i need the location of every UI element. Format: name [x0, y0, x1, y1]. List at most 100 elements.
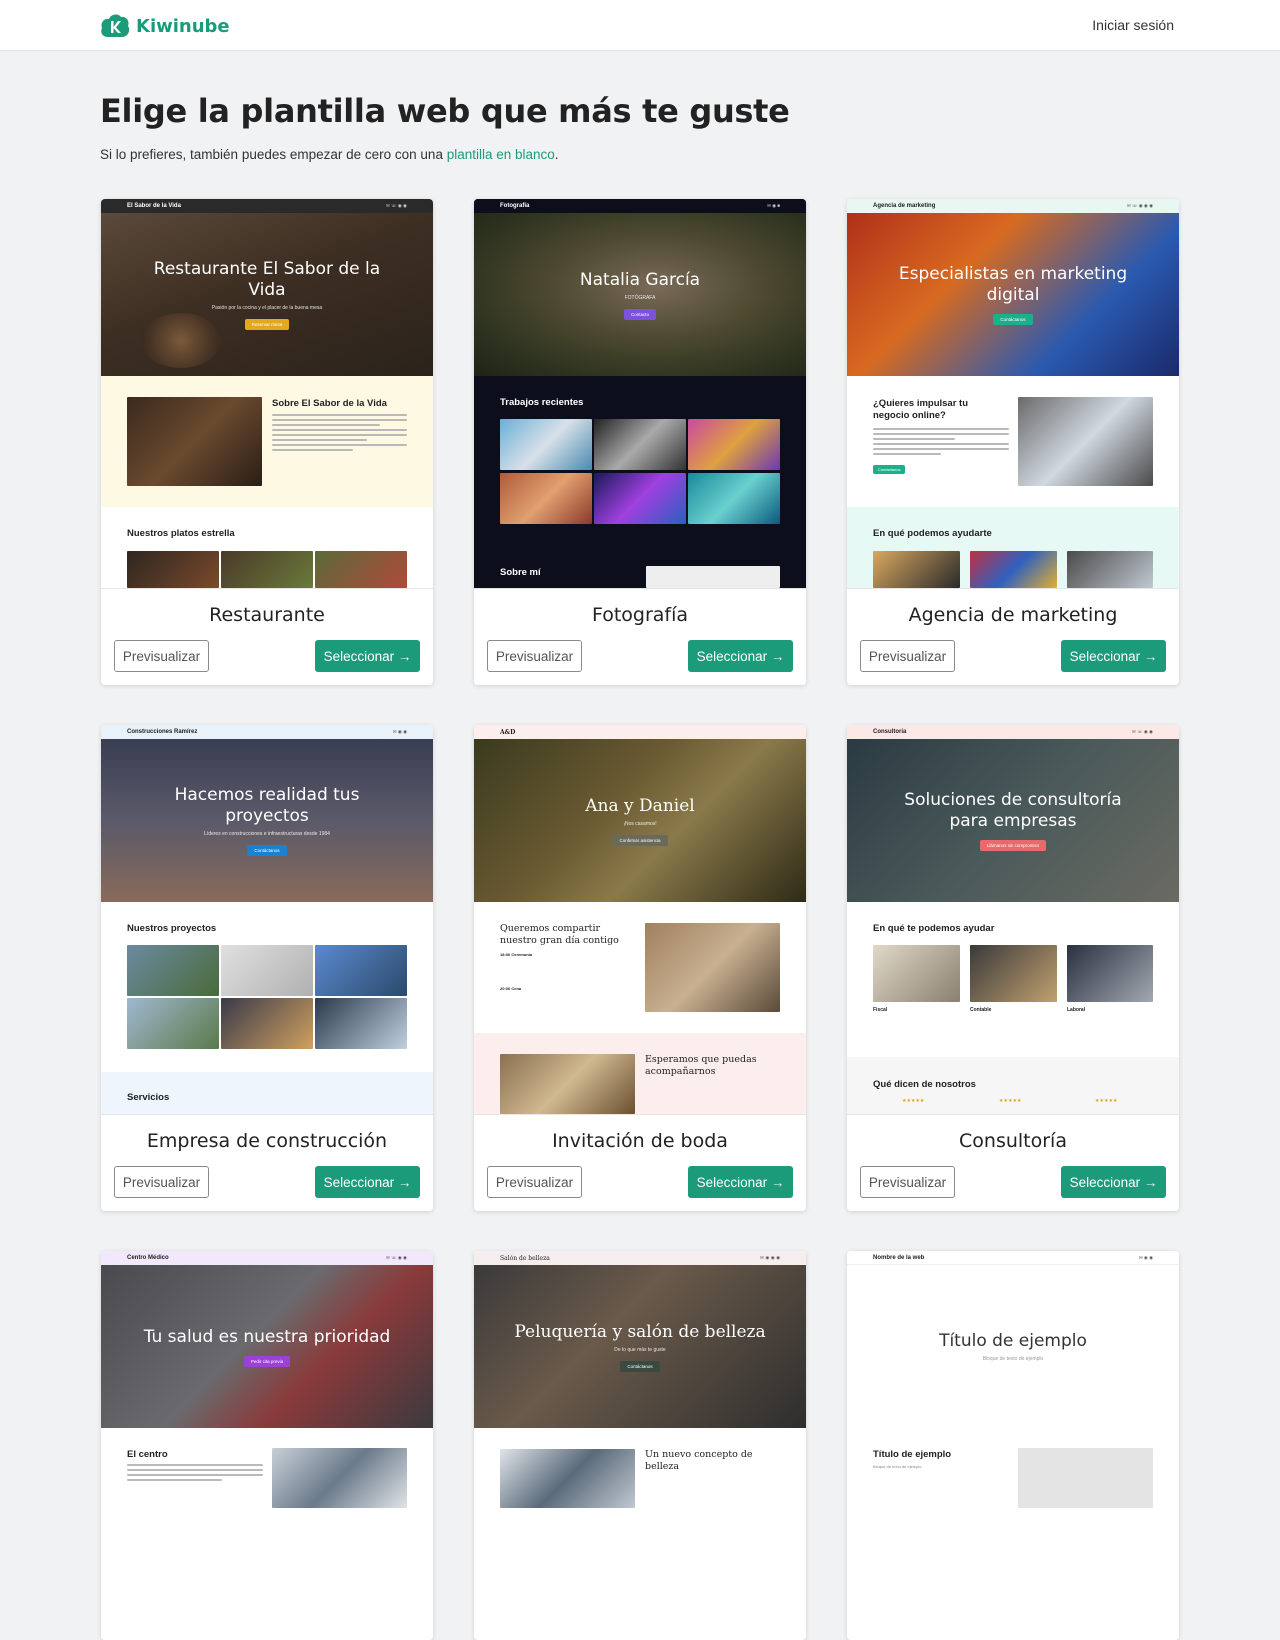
template-card-marketing: Agencia de marketing ✉ ☏ ◉ ◉ ◉ Especiali… [847, 199, 1179, 685]
preview-hero-button: Contáctanos [247, 845, 287, 856]
gallery-photo-placeholder [500, 473, 592, 524]
template-preview[interactable]: Agencia de marketing ✉ ☏ ◉ ◉ ◉ Especiali… [847, 199, 1179, 588]
preview-hero: Ana y Daniel ¡Nos casamos! Confirmar asi… [474, 739, 806, 902]
preview-section-title: En qué podemos ayudarte [873, 528, 992, 539]
preview-hero-title: Soluciones de consultoría para empresas [904, 790, 1122, 831]
template-preview[interactable]: Nombre de la web ✉ ◉ ◉ Título de ejemplo… [847, 1251, 1179, 1640]
template-card-construccion: Construcciones Ramírez ✉ ◉ ◉ Hacemos rea… [101, 725, 433, 1211]
clinic-photo-placeholder [272, 1448, 407, 1508]
preview-topbar: A&D [474, 725, 806, 739]
food-photo-placeholder [127, 397, 262, 486]
select-button[interactable]: Seleccionar → [688, 640, 793, 672]
template-name: Agencia de marketing [908, 604, 1118, 626]
preview-about-section: Sobre El Sabor de la Vida [101, 376, 433, 507]
preview-services-section: Servicios [101, 1072, 433, 1114]
preview-site-name: Fotografía [500, 203, 530, 209]
preview-button[interactable]: Previsualizar [860, 640, 955, 672]
preview-hero-title: Natalia García [579, 269, 701, 290]
preview-section-title: Trabajos recientes [500, 397, 584, 408]
preview-section-title: Qué dicen de nosotros [873, 1079, 976, 1090]
preview-topbar: Consultoría ✉ ☏ ◉ ◉ [847, 725, 1179, 739]
preview-projects-section: Nuestros proyectos [101, 902, 433, 1095]
preview-button[interactable]: Previsualizar [114, 640, 209, 672]
preview-text-lines [272, 414, 407, 454]
template-name: Fotografía [591, 604, 689, 626]
preview-hero-title: Hacemos realidad tus proyectos [174, 785, 360, 826]
select-button[interactable]: Seleccionar → [315, 640, 420, 672]
template-preview[interactable]: Salón de belleza ✉ ◉ ◉ ◉ Peluquería y sa… [474, 1251, 806, 1640]
preview-section-title: Nuestros platos estrella [127, 528, 235, 539]
schedule-item: 20:00 Cena [500, 986, 522, 991]
preview-section-title: ¿Quieres impulsar tu negocio online? [873, 398, 969, 421]
template-preview[interactable]: Fotografía ✉ ◉ ■ Natalia García FOTÓGRAF… [474, 199, 806, 588]
template-card-salon-belleza: Salón de belleza ✉ ◉ ◉ ◉ Peluquería y sa… [474, 1251, 806, 1640]
preview-hero-subtitle: Bloque de texto de ejemplo [982, 1356, 1044, 1362]
preview-site-name: Salón de belleza [500, 1254, 550, 1262]
preview-section-title: Queremos compartir nuestro gran día cont… [500, 923, 619, 946]
top-navbar: Kiwinube Iniciar sesión [0, 0, 1280, 51]
preview-hero-button: Reservar mesa [244, 319, 290, 330]
preview-hero-subtitle: ¡Nos casamos! [623, 820, 657, 827]
preview-topbar: Construcciones Ramírez ✉ ◉ ◉ [101, 725, 433, 739]
select-button[interactable]: Seleccionar → [688, 1166, 793, 1198]
blank-template-link[interactable]: plantilla en blanco [447, 147, 555, 162]
preview-hero-button: Llámanos sin compromiso [979, 840, 1047, 851]
card-footer: Consultoría Previsualizar Seleccionar → [847, 1114, 1179, 1211]
template-name: Empresa de construcción [146, 1130, 388, 1152]
preview-button[interactable]: Previsualizar [487, 640, 582, 672]
preview-services-section: En qué podemos ayudarte [847, 507, 1179, 588]
preview-hero-subtitle: Pasión por la cocina y el placer de la b… [211, 305, 323, 311]
template-card-centro-medico: Centro Médico ✉ ☏ ◉ ◉ Tu salud es nuestr… [101, 1251, 433, 1640]
rating-stars: ★★★★★ [999, 1098, 1022, 1104]
preview-hero-title: Restaurante El Sabor de la Vida [153, 259, 381, 300]
preview-hero-subtitle: FOTÓGRAFA [624, 294, 656, 301]
card-footer: Restaurante Previsualizar Seleccionar → [101, 588, 433, 685]
preview-hero-subtitle: De lo que más te guste [614, 1346, 666, 1353]
select-button[interactable]: Seleccionar → [315, 1166, 420, 1198]
template-preview[interactable]: Construcciones Ramírez ✉ ◉ ◉ Hacemos rea… [101, 725, 433, 1114]
preview-hero-title: Especialistas en marketing digital [898, 264, 1128, 305]
template-preview[interactable]: A&D Ana y Daniel ¡Nos casamos! Confirmar… [474, 725, 806, 1114]
preview-button[interactable]: Previsualizar [114, 1166, 209, 1198]
kiwinube-logo-icon [101, 14, 130, 37]
preview-hero: Soluciones de consultoría para empresas … [847, 739, 1179, 902]
preview-contact-icons: ✉ ☏ ◉ ◉ ◉ [1126, 203, 1153, 208]
template-card-consultoria: Consultoría ✉ ☏ ◉ ◉ Soluciones de consul… [847, 725, 1179, 1211]
preview-site-name: Construcciones Ramírez [127, 729, 198, 735]
template-name: Restaurante [209, 604, 325, 626]
service-photo-placeholder [1067, 551, 1153, 588]
template-preview[interactable]: Centro Médico ✉ ☏ ◉ ◉ Tu salud es nuestr… [101, 1251, 433, 1640]
template-preview[interactable]: Consultoría ✉ ☏ ◉ ◉ Soluciones de consul… [847, 725, 1179, 1114]
preview-topbar: Salón de belleza ✉ ◉ ◉ ◉ [474, 1251, 806, 1265]
card-footer: Empresa de construcción Previsualizar Se… [101, 1114, 433, 1211]
preview-concept-section: Un nuevo concepto de belleza [474, 1428, 806, 1508]
service-photo-placeholder [873, 551, 960, 588]
logo-link[interactable]: Kiwinube [100, 13, 230, 39]
preview-hero-title: Peluquería y salón de belleza [514, 1321, 766, 1342]
laptop-photo-placeholder [1018, 397, 1153, 486]
preview-button[interactable]: Previsualizar [487, 1166, 582, 1198]
rating-stars: ★★★★★ [902, 1098, 925, 1104]
food-photo-placeholder [141, 313, 221, 368]
template-name: Consultoría [959, 1130, 1067, 1152]
preview-dishes-section: Nuestros platos estrella [101, 507, 433, 588]
service-photo-placeholder [970, 551, 1057, 588]
preview-cta-button: Contáctanos [873, 465, 906, 474]
login-link[interactable]: Iniciar sesión [1092, 17, 1174, 33]
preview-works-section: Trabajos recientes Sobre mí [474, 376, 806, 588]
preview-section-title: Esperamos que puedas acompañarnos [645, 1054, 757, 1077]
dish-photo-placeholder [127, 551, 219, 588]
template-preview[interactable]: El Sabor de la Vida ✉ ☏ ◉ ◉ Restaurante … [101, 199, 433, 588]
preview-section-title: Sobre El Sabor de la Vida [272, 398, 387, 409]
select-button[interactable]: Seleccionar → [1061, 1166, 1166, 1198]
select-button[interactable]: Seleccionar → [1061, 640, 1166, 672]
dish-photo-placeholder [315, 551, 407, 588]
preview-button[interactable]: Previsualizar [860, 1166, 955, 1198]
page-subtitle: Si lo prefieres, también puedes empezar … [100, 147, 559, 162]
preview-sample-section: Título de ejemplo Bloque de texto de eje… [847, 1428, 1179, 1508]
preview-day-section: Queremos compartir nuestro gran día cont… [474, 902, 806, 1033]
preview-section-title: Nuestros proyectos [127, 923, 217, 934]
couple-photo-placeholder [645, 923, 780, 1012]
preview-site-name: Nombre de la web [873, 1254, 925, 1261]
service-photo-placeholder [1067, 945, 1153, 1002]
